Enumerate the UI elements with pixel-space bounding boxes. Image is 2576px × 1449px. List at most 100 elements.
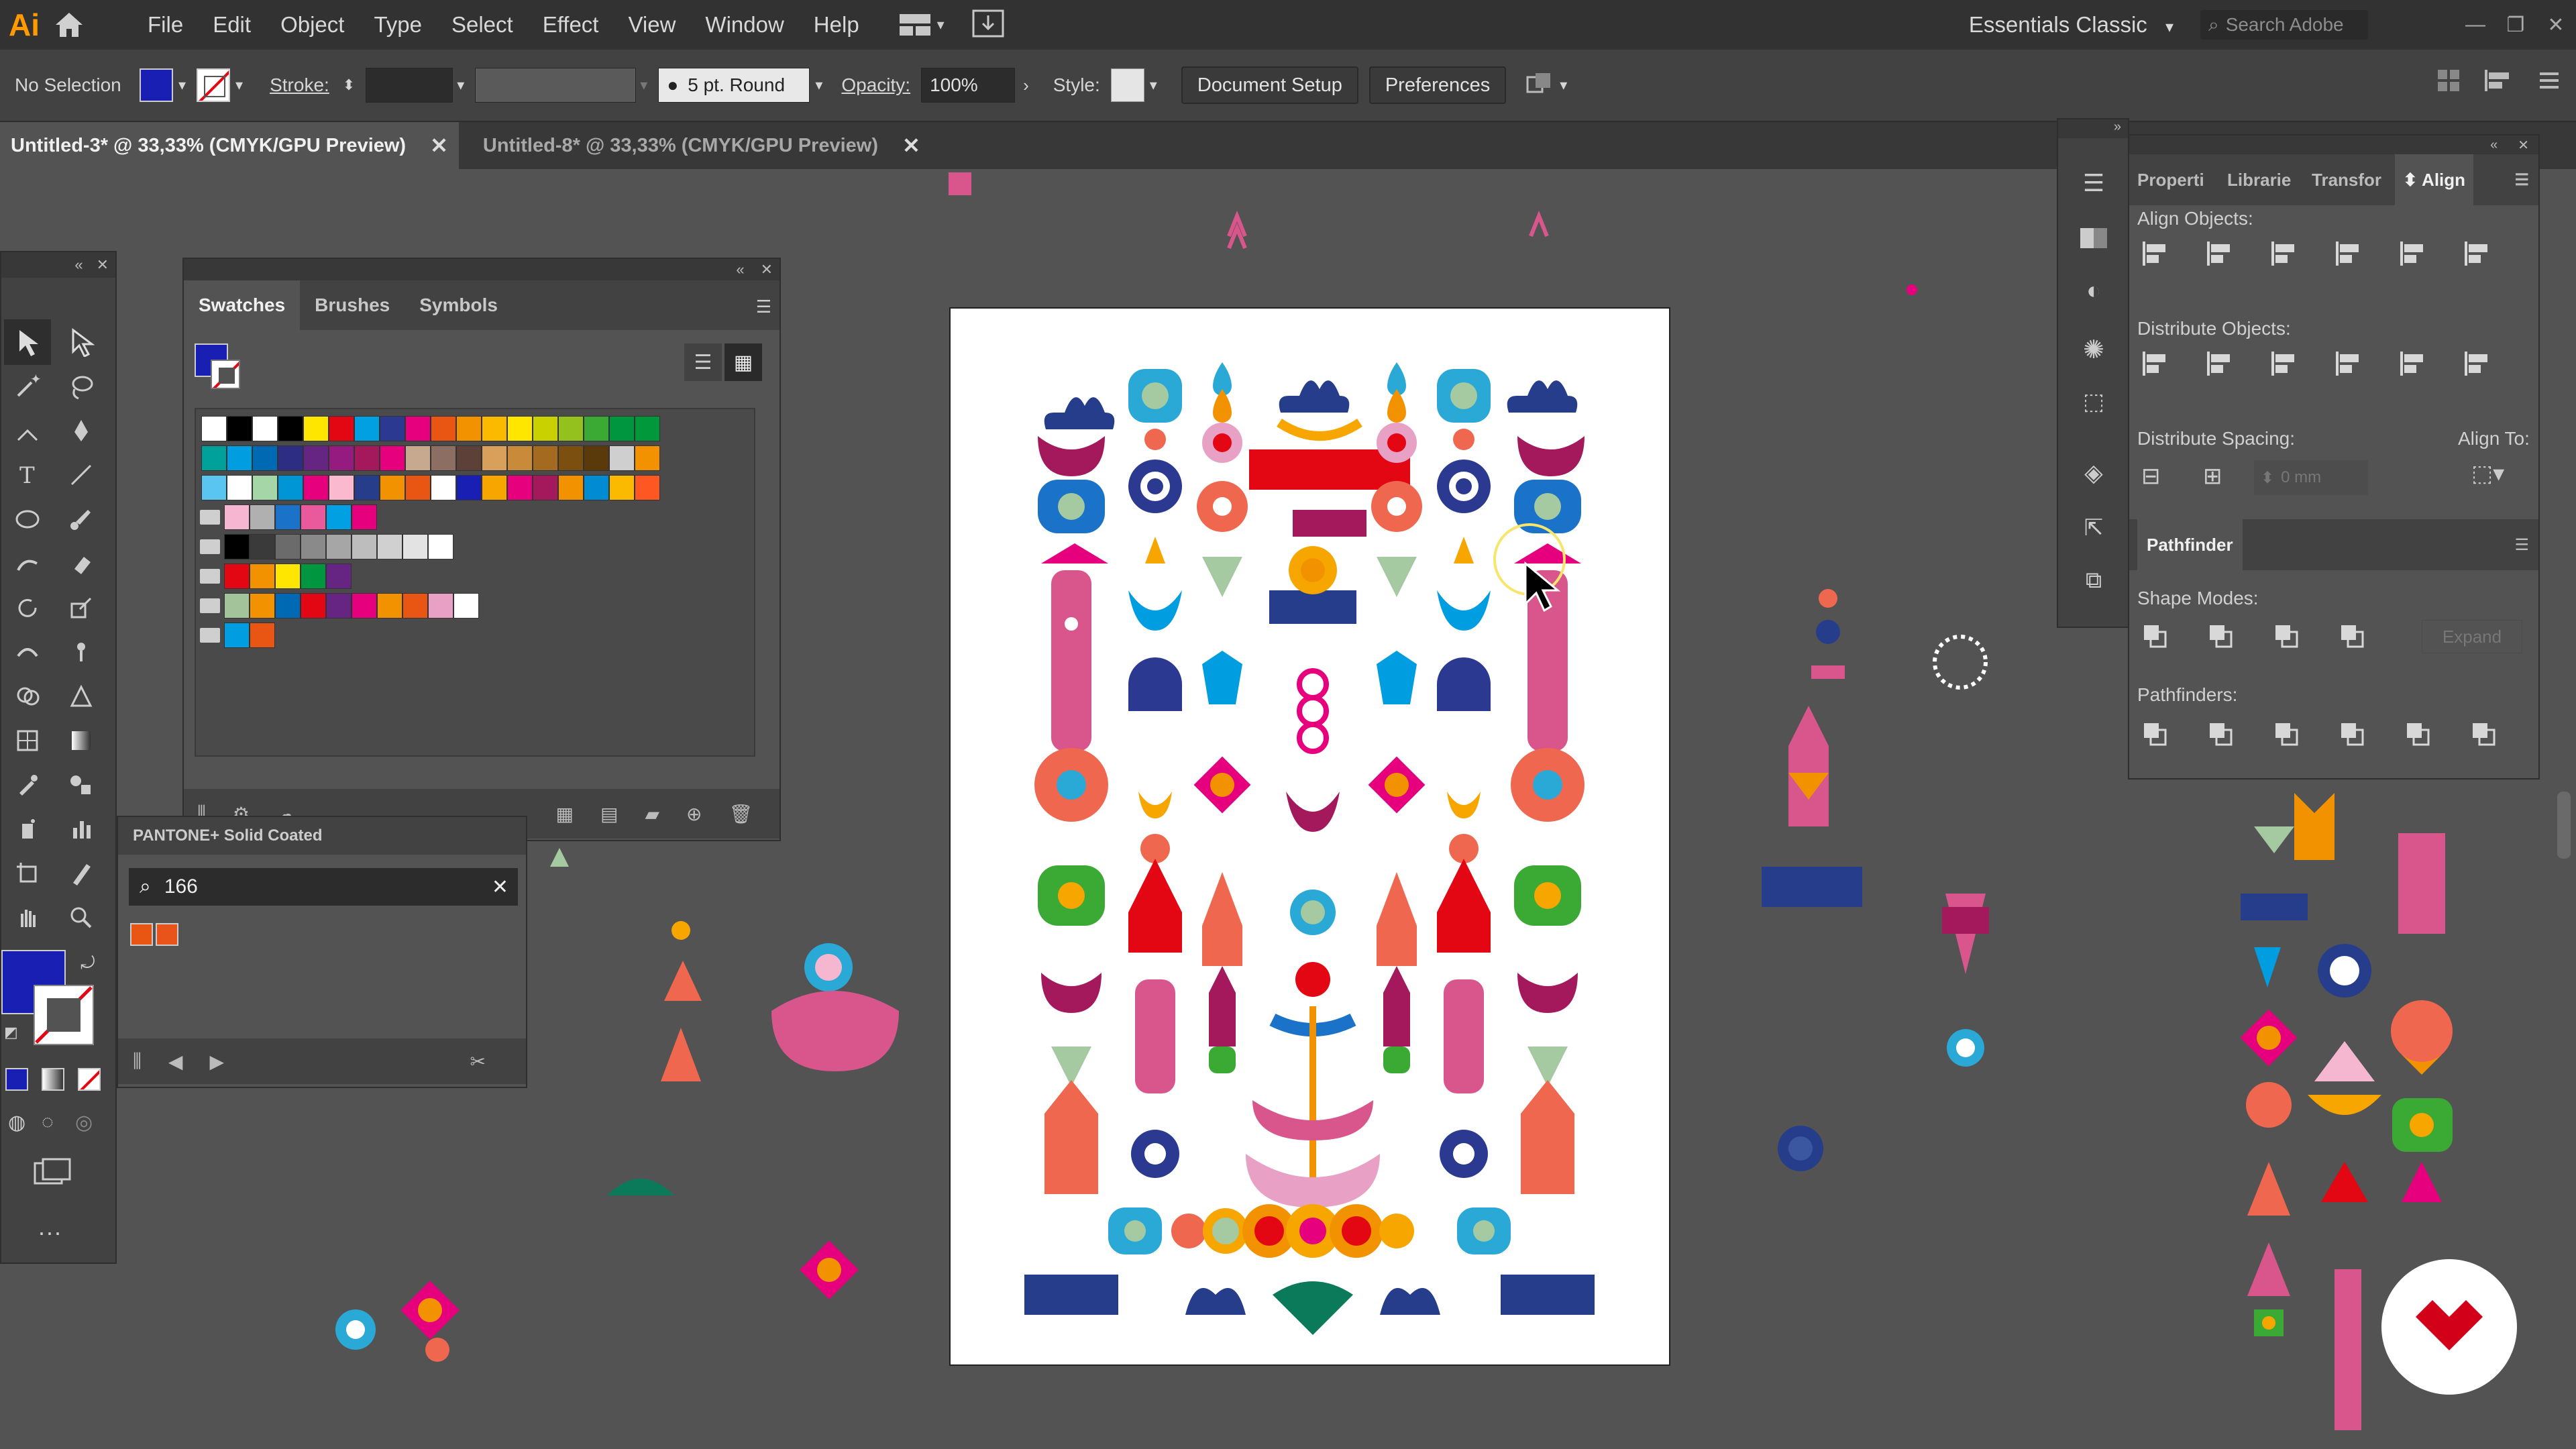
tab-transform[interactable]: Transfor	[2304, 154, 2395, 205]
next-library-icon[interactable]: ▶	[209, 1051, 224, 1073]
new-group-icon[interactable]: ▰	[645, 803, 659, 825]
distribute-button-4-icon[interactable]	[2330, 346, 2365, 381]
swatch[interactable]	[252, 475, 278, 500]
default-colors-icon[interactable]: ◩	[4, 1024, 18, 1041]
layers-icon[interactable]: ◈	[2076, 455, 2112, 491]
more-tools-icon[interactable]: ···	[38, 1218, 62, 1246]
swatch[interactable]	[533, 416, 558, 441]
swatch[interactable]	[278, 445, 303, 471]
tab-brushes[interactable]: Brushes	[300, 280, 405, 330]
mesh-tool-icon[interactable]	[4, 718, 51, 763]
current-stroke-swatch[interactable]	[211, 360, 240, 389]
swatch[interactable]	[250, 564, 275, 589]
artboard[interactable]	[949, 307, 1670, 1366]
gradient-tool-icon[interactable]	[58, 718, 105, 763]
swatch[interactable]	[431, 416, 456, 441]
close-icon[interactable]: ✕	[430, 133, 448, 158]
swatch[interactable]	[329, 445, 354, 471]
swatch[interactable]	[635, 475, 660, 500]
menu-help[interactable]: Help	[799, 0, 874, 50]
swatch[interactable]	[329, 416, 354, 441]
brush-definition[interactable]: ● 5 pt. Round ▾	[658, 68, 822, 103]
swatch[interactable]	[507, 416, 533, 441]
distribute-button-1-icon[interactable]	[2137, 346, 2172, 381]
swatch[interactable]	[224, 564, 250, 589]
menu-object[interactable]: Object	[266, 0, 359, 50]
swatch[interactable]	[301, 534, 326, 559]
swatch[interactable]	[201, 445, 227, 471]
distribute-button-5-icon[interactable]	[2395, 346, 2430, 381]
swatch[interactable]	[250, 504, 275, 530]
swatch[interactable]	[227, 416, 252, 441]
swatch[interactable]	[558, 445, 584, 471]
tab-swatches[interactable]: Swatches	[184, 280, 301, 330]
panel-menu-icon[interactable]: ☰	[2514, 535, 2529, 555]
swatch[interactable]	[224, 623, 250, 648]
previous-library-icon[interactable]: ◀	[168, 1051, 183, 1073]
swatch[interactable]	[453, 593, 479, 619]
eyedropper-tool-icon[interactable]	[4, 762, 51, 808]
show-options-icon[interactable]: ▦	[556, 803, 574, 825]
collapse-icon[interactable]: «	[2490, 138, 2498, 153]
shaper-tool-icon[interactable]	[4, 541, 51, 586]
close-icon[interactable]: ✕	[2518, 137, 2529, 154]
swatch[interactable]	[224, 504, 250, 530]
swatch[interactable]	[402, 593, 428, 619]
swatch-options-icon[interactable]: ▤	[600, 803, 618, 825]
panel-menu-icon[interactable]: ☰	[756, 297, 771, 317]
symbol-sprayer-icon[interactable]	[4, 806, 51, 852]
list-view-icon[interactable]: ☰	[684, 343, 722, 381]
swatch[interactable]	[584, 445, 609, 471]
align-button-1-icon[interactable]	[2137, 236, 2172, 271]
slice-tool-icon[interactable]	[58, 851, 105, 896]
color-mode-icon[interactable]	[5, 1068, 28, 1091]
line-tool-icon[interactable]	[58, 452, 105, 498]
swatch[interactable]	[402, 534, 428, 559]
stroke-stepper[interactable]: ⬍	[343, 76, 355, 94]
warp-tool-icon[interactable]	[4, 629, 51, 675]
swatch[interactable]	[507, 475, 533, 500]
properties-icon[interactable]: ☰	[2076, 165, 2112, 201]
tab-align[interactable]: ⬍ Align	[2395, 154, 2474, 205]
close-icon[interactable]: ✕	[902, 133, 920, 158]
preferences-button[interactable]: Preferences	[1368, 66, 1507, 104]
swap-fill-stroke-icon[interactable]: ⤾	[80, 953, 95, 974]
menu-effect[interactable]: Effect	[528, 0, 614, 50]
shape-mode-4-icon[interactable]	[2334, 619, 2369, 653]
tab-pathfinder[interactable]: Pathfinder	[2137, 519, 2243, 570]
swatch[interactable]	[278, 416, 303, 441]
menu-edit[interactable]: Edit	[198, 0, 266, 50]
pathfinder-4-icon[interactable]	[2334, 716, 2369, 751]
align-button-5-icon[interactable]	[2395, 236, 2430, 271]
swatch[interactable]	[405, 475, 431, 500]
swatch[interactable]	[275, 534, 301, 559]
swatch[interactable]	[405, 416, 431, 441]
swatch[interactable]	[405, 445, 431, 471]
swatch[interactable]	[252, 445, 278, 471]
swatch[interactable]	[380, 445, 405, 471]
swatch[interactable]	[326, 504, 352, 530]
swatch[interactable]	[354, 416, 380, 441]
perspective-grid-icon[interactable]	[58, 674, 105, 719]
swatch[interactable]	[431, 475, 456, 500]
draw-behind-icon[interactable]: ◌	[42, 1111, 54, 1134]
expand-button[interactable]: Expand	[2422, 620, 2522, 653]
artboards-icon[interactable]: ⧉	[2076, 562, 2112, 598]
menu-type[interactable]: Type	[359, 0, 437, 50]
swatch[interactable]	[227, 445, 252, 471]
swatch[interactable]	[380, 475, 405, 500]
menu-select[interactable]: Select	[437, 0, 528, 50]
pathfinder-1-icon[interactable]	[2137, 716, 2172, 751]
swatch[interactable]	[275, 564, 301, 589]
swatch[interactable]	[609, 475, 635, 500]
swatch[interactable]	[326, 534, 352, 559]
gradient-mode-icon[interactable]	[42, 1068, 64, 1091]
stroke-color-box[interactable]	[34, 985, 94, 1045]
swatch[interactable]	[227, 475, 252, 500]
swatch-libraries-icon[interactable]: ⫼	[133, 1051, 142, 1073]
collapse-icon[interactable]: «	[736, 261, 744, 278]
rotate-tool-icon[interactable]	[4, 585, 51, 631]
opacity-field[interactable]: 100% ›	[921, 68, 1029, 103]
stroke-label[interactable]: Stroke:	[270, 74, 329, 96]
delete-swatch-icon[interactable]: 🗑	[729, 803, 753, 825]
